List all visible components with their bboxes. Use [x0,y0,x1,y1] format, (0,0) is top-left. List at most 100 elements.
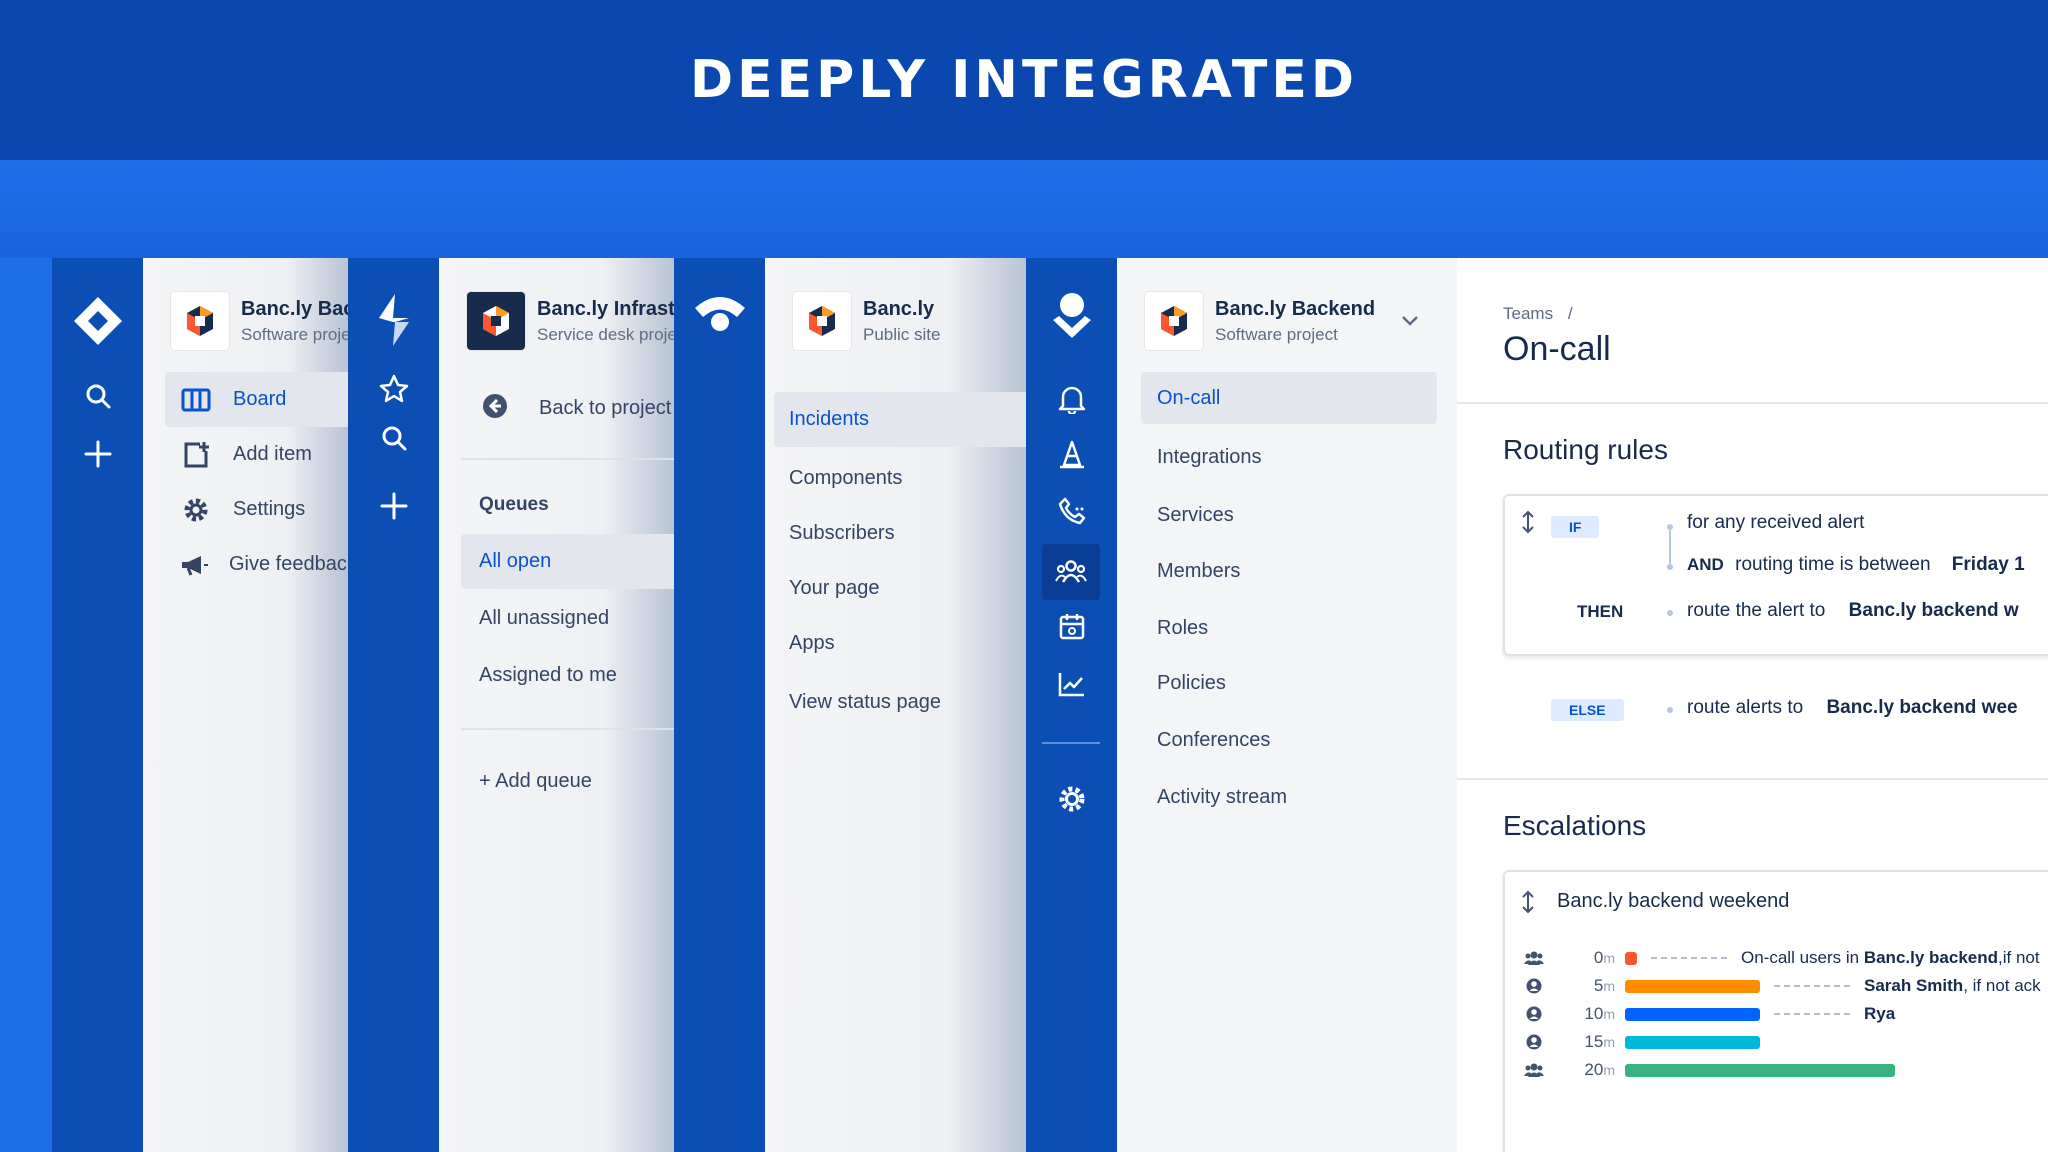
nav-item-label: Give feedback [229,553,348,575]
statuspage-logo-icon[interactable] [674,290,765,336]
nav-item-add-item[interactable]: Add item [165,427,348,482]
project-cube-icon [187,306,213,336]
project-name: Banc.ly Backend [1215,297,1376,320]
global-nav-opsgenie [1026,258,1117,1152]
project-avatar [467,292,525,350]
project-avatar [171,292,229,350]
project-sidebar-software: Banc.ly Backend Software project Board A… [143,258,348,1152]
product-stage: Banc.ly Backend Software project Board A… [0,258,2048,1152]
project-header[interactable]: Banc.ly Backend Software project [1145,292,1375,350]
analytics-icon[interactable] [1026,670,1117,698]
nav-item-members[interactable]: Members [1141,543,1437,600]
nav-item-integrations[interactable]: Integrations [1141,428,1437,487]
escalation-dash [1774,1013,1850,1015]
global-nav-service-desk [348,258,439,1152]
escalation-recipient: On-call users in Banc.ly backend,if not [1741,948,2040,968]
nav-item-view-status-page[interactable]: View status page [774,675,1026,730]
opsgenie-logo-icon[interactable] [1026,290,1117,344]
escalation-step[interactable]: 20m [1523,1056,1895,1084]
nav-item-activity-stream[interactable]: Activity stream [1141,769,1437,825]
bell-icon[interactable] [1026,384,1117,414]
escalation-time: 10m [1563,1004,1615,1024]
project-avatar [793,292,851,350]
project-header[interactable]: Banc.ly Backend Software project [171,292,348,350]
queues-nav: All open All unassigned Assigned to me [461,534,674,703]
project-cube-icon [809,306,835,336]
recipient-suffix: , if not ack [1963,976,2041,995]
nav-item-settings[interactable]: Settings [165,482,348,537]
banner-band [0,160,2048,260]
escalation-time-value: 10 [1584,1004,1604,1023]
traffic-cone-icon[interactable] [1026,440,1117,470]
project-sidebar-statuspage: Banc.ly Public site Incidents Components… [765,258,1026,1152]
back-to-project-link[interactable]: Back to project [481,392,671,425]
nav-item-subscribers[interactable]: Subscribers [774,506,1026,561]
board-icon [179,388,213,412]
user-icon [1523,978,1545,994]
escalation-step[interactable]: 15m [1523,1028,1760,1056]
escalation-step[interactable]: 10m Rya [1523,1000,1895,1028]
jira-logo-icon[interactable] [52,294,143,348]
breadcrumb-teams-link[interactable]: Teams [1503,304,1553,323]
if-condition-text: for any received alert [1687,512,1865,533]
and-condition: AND routing time is between Friday 1 [1687,554,2025,576]
escalation-time: 5m [1563,976,1615,996]
escalation-time-unit: m [1603,1062,1615,1078]
escalation-bar [1625,1063,1895,1077]
escalation-dash [1774,985,1850,987]
gear-icon[interactable] [1026,784,1117,814]
user-icon [1523,1006,1545,1022]
nav-item-services[interactable]: Services [1141,487,1437,543]
escalation-recipient: Rya [1864,1004,1895,1024]
breadcrumb: Teams / [1503,304,1573,324]
project-cube-icon [483,306,509,336]
create-plus-icon[interactable] [52,440,143,468]
queue-assigned-to-me[interactable]: Assigned to me [461,648,674,703]
recipient-name[interactable]: Sarah Smith [1864,976,1963,995]
drag-handle-icon[interactable] [1521,510,1535,539]
escalation-time-unit: m [1603,950,1615,966]
project-name: Banc.ly Infrastructure [537,297,674,320]
nav-item-conferences[interactable]: Conferences [1141,711,1437,769]
search-icon[interactable] [52,382,143,410]
connector-dot [1667,564,1673,570]
page-title: On-call [1503,330,1611,368]
queue-all-open[interactable]: All open [461,534,674,589]
star-icon[interactable] [348,374,439,404]
add-queue-link[interactable]: + Add queue [479,770,592,793]
nav-item-label: Board [233,388,287,410]
project-avatar [1145,292,1203,350]
main-content: Teams / On-call Routing rules IF for any… [1457,258,2048,1152]
escalation-step[interactable]: 5m Sarah Smith, if not ack [1523,972,2041,1000]
then-action-target[interactable]: Banc.ly backend w [1849,600,2019,621]
nav-item-your-page[interactable]: Your page [774,561,1026,616]
search-icon[interactable] [348,424,439,452]
teams-icon[interactable] [1042,544,1100,600]
nav-item-on-call[interactable]: On-call [1141,372,1437,424]
routing-rule-card[interactable]: IF for any received alert AND routing ti… [1503,494,2048,656]
and-keyword: AND [1687,555,1724,574]
escalation-step[interactable]: 0m On-call users in Banc.ly backend,if no… [1523,944,2040,972]
phone-icon[interactable] [1026,496,1117,526]
project-header[interactable]: Banc.ly Public site [793,292,940,350]
nav-item-apps[interactable]: Apps [774,616,1026,671]
nav-item-policies[interactable]: Policies [1141,656,1437,711]
escalation-policy-card[interactable]: Banc.ly backend weekend 0m On-call users … [1503,870,2048,1152]
recipient-name[interactable]: Banc.ly backend [1864,948,1998,967]
escalation-bar [1625,951,1637,965]
create-plus-icon[interactable] [348,492,439,520]
nav-item-board[interactable]: Board [165,372,348,427]
recipient-name[interactable]: Rya [1864,1004,1895,1023]
else-action-target[interactable]: Banc.ly backend wee [1826,697,2017,718]
nav-item-incidents[interactable]: Incidents [774,392,1026,447]
nav-item-roles[interactable]: Roles [1141,600,1437,656]
project-header[interactable]: Banc.ly Infrastructure Service desk proj… [467,292,674,350]
nav-item-components[interactable]: Components [774,451,1026,506]
queue-all-unassigned[interactable]: All unassigned [461,591,674,646]
nav-item-give-feedback[interactable]: Give feedback [165,537,348,592]
chevron-down-icon[interactable] [1401,314,1419,332]
drag-handle-icon[interactable] [1521,890,1535,919]
back-label: Back to project [539,397,672,419]
schedule-icon[interactable] [1026,612,1117,642]
service-desk-logo-icon[interactable] [348,292,439,348]
